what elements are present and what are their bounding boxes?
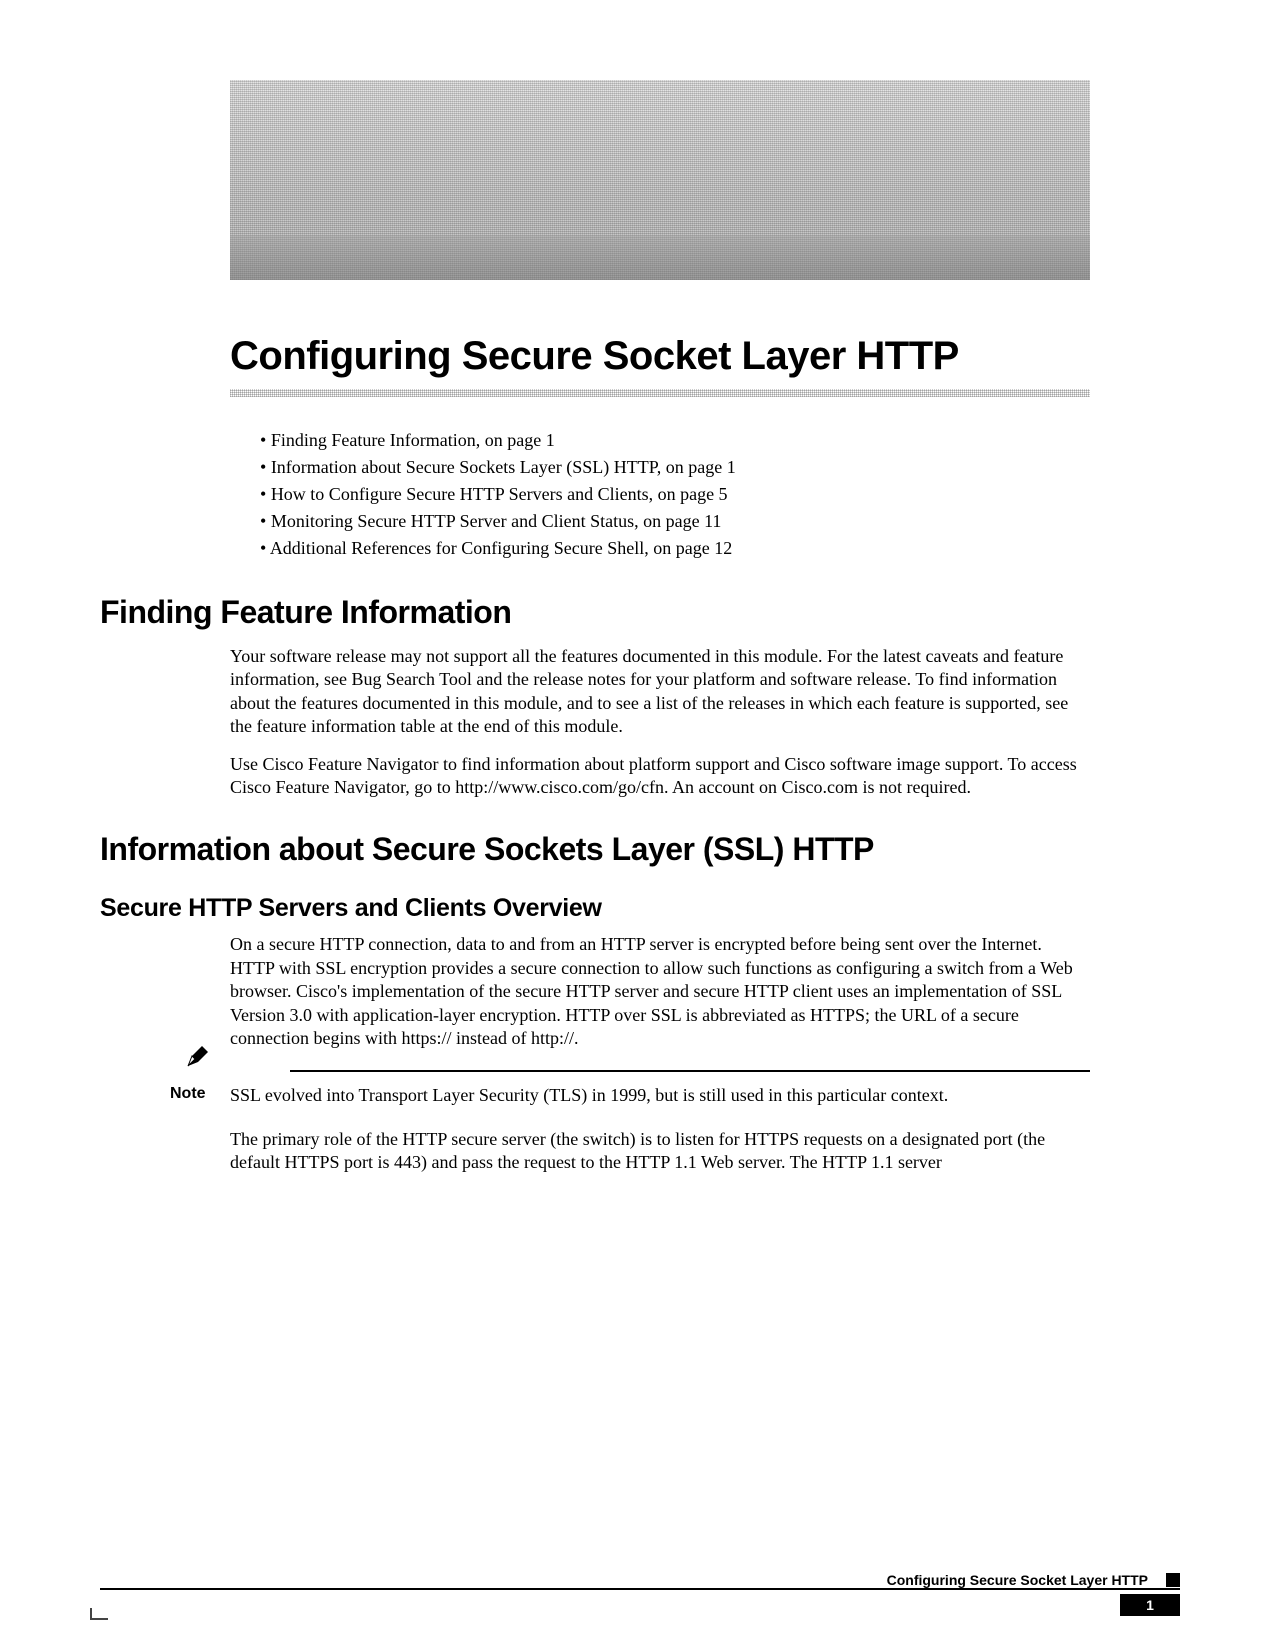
- toc-item: How to Configure Secure HTTP Servers and…: [260, 481, 1180, 508]
- footer-doc-title: Configuring Secure Socket Layer HTTP: [887, 1572, 1148, 1588]
- note-gutter: [170, 1044, 230, 1068]
- footer-rule: [100, 1588, 1180, 1590]
- chapter-title-divider: [230, 389, 1090, 397]
- note-text: SSL evolved into Transport Layer Securit…: [230, 1082, 1090, 1107]
- document-page: Configuring Secure Socket Layer HTTP Fin…: [100, 80, 1180, 1188]
- subsection-body-overview-cont: The primary role of the HTTP secure serv…: [230, 1128, 1090, 1175]
- section-heading-ssl: Information about Secure Sockets Layer (…: [100, 831, 1180, 868]
- footer-marker-icon: [1166, 1573, 1180, 1587]
- section-heading-finding: Finding Feature Information: [100, 594, 1180, 631]
- note-rule-top: [290, 1070, 1090, 1072]
- chapter-hero-image: [230, 80, 1090, 280]
- section-body-finding: Your software release may not support al…: [230, 645, 1090, 799]
- paragraph: Your software release may not support al…: [230, 645, 1090, 739]
- chapter-toc: Finding Feature Information, on page 1 I…: [260, 427, 1180, 562]
- paragraph: Use Cisco Feature Navigator to find info…: [230, 753, 1090, 800]
- chapter-title: Configuring Secure Socket Layer HTTP: [230, 334, 1180, 379]
- footer-notch-icon: [90, 1608, 108, 1620]
- page-footer: Configuring Secure Socket Layer HTTP 1: [100, 1568, 1180, 1590]
- pencil-icon: [186, 1044, 214, 1068]
- toc-item: Finding Feature Information, on page 1: [260, 427, 1180, 454]
- toc-item: Information about Secure Sockets Layer (…: [260, 454, 1180, 481]
- toc-item: Monitoring Secure HTTP Server and Client…: [260, 508, 1180, 535]
- paragraph: On a secure HTTP connection, data to and…: [230, 933, 1090, 1050]
- page-number: 1: [1120, 1594, 1180, 1616]
- subsection-heading-overview: Secure HTTP Servers and Clients Overview: [100, 894, 1180, 923]
- paragraph: The primary role of the HTTP secure serv…: [230, 1128, 1090, 1175]
- toc-item: Additional References for Configuring Se…: [260, 535, 1180, 562]
- note-block: Note SSL evolved into Transport Layer Se…: [170, 1070, 1090, 1107]
- note-label: Note: [170, 1085, 206, 1102]
- subsection-body-overview: On a secure HTTP connection, data to and…: [230, 933, 1090, 1050]
